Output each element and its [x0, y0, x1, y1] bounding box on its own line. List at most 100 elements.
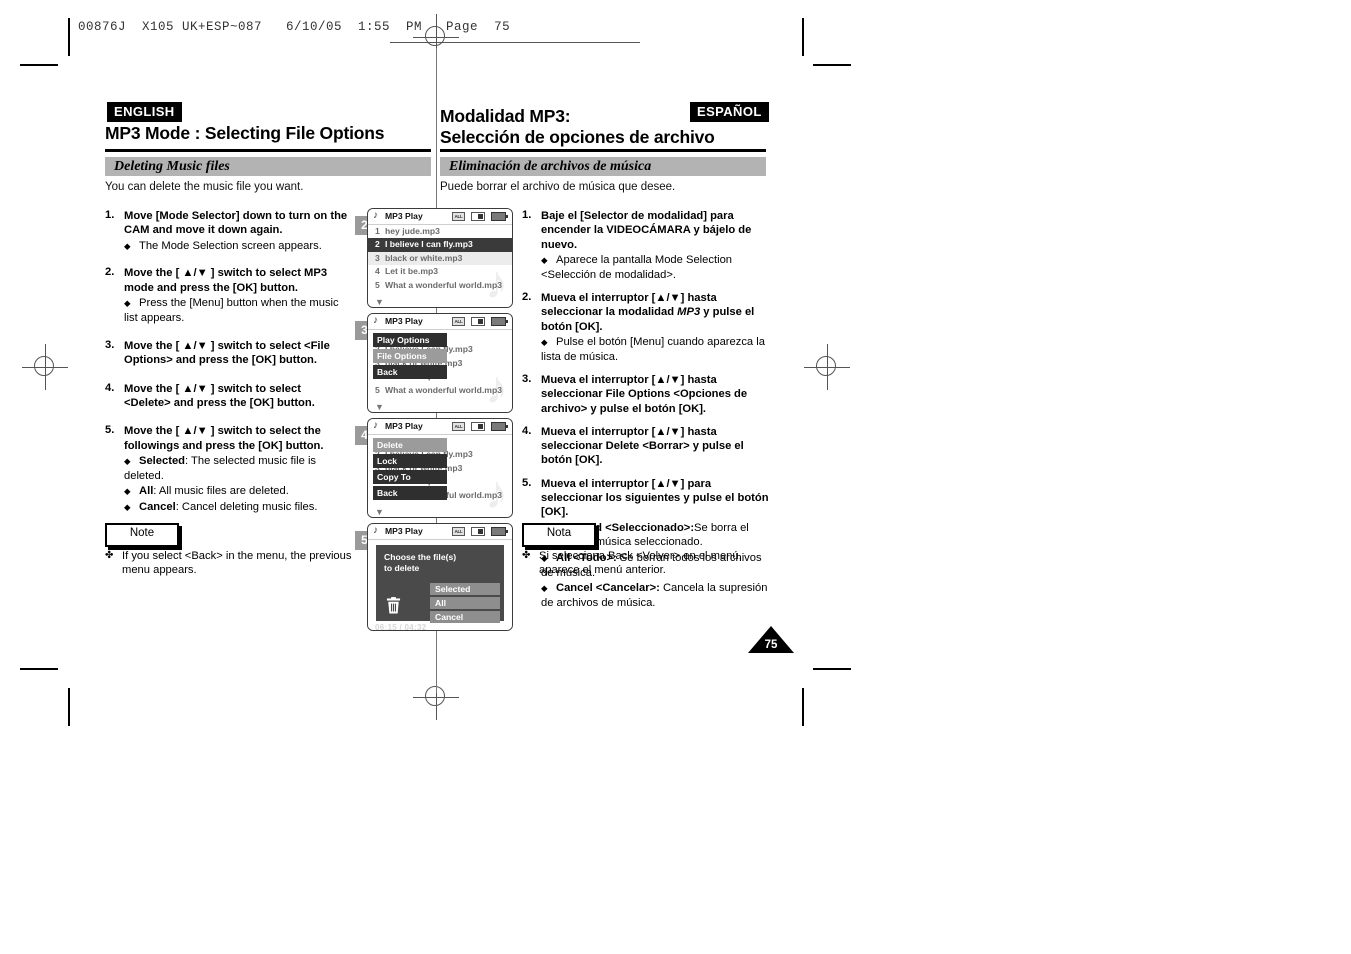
step-item: 3. Mueva el interruptor [▲/▼] hasta sele…: [522, 373, 770, 416]
spanish-title-rule: [440, 149, 766, 152]
step-number: 2.: [522, 290, 532, 303]
step-sub-text: Aparece la pantalla Mode Selection <Sele…: [541, 254, 733, 281]
dialog-option-selected[interactable]: Selected: [430, 583, 500, 595]
step-item: 2. Mueva el interruptor [▲/▼] hasta sele…: [522, 291, 770, 364]
english-page-title: MP3 Mode : Selecting File Options: [105, 123, 385, 143]
crop-mark-bl-h: [20, 668, 58, 670]
step-number: 3.: [522, 372, 532, 385]
memory-card-icon: [471, 212, 485, 221]
menu-item-back[interactable]: Back: [373, 365, 447, 379]
english-note-body: If you select <Back> in the menu, the pr…: [122, 550, 352, 577]
track-name: black or white.mp3: [385, 252, 463, 263]
menu-item-file-options[interactable]: File Options: [373, 349, 447, 363]
manual-page: 00876J X105 UK+ESP~087 6/10/05 1:55 PM P…: [0, 0, 1351, 954]
lcd-status-bar: ♪ MP3 Play ALL: [368, 314, 512, 330]
step-text: Move the [ ▲/▼ ] switch to select the fo…: [124, 425, 324, 452]
step-text: Move [Mode Selector] down to turn on the…: [124, 210, 348, 237]
music-note-icon: ♪: [373, 210, 378, 221]
english-note-box: Note: [105, 523, 179, 547]
menu-item-copy-to[interactable]: Copy To: [373, 470, 447, 484]
diamond-icon: ◆: [541, 255, 548, 266]
track-row-selected[interactable]: 2 I believe I can fly.mp3: [368, 238, 512, 252]
diamond-icon: ◆: [124, 456, 131, 467]
spanish-title-line2: Selección de opciones de archivo: [440, 127, 715, 147]
step-sub-bold: All: [139, 485, 154, 498]
step-text: Mueva el interruptor [▲/▼] hasta selecci…: [541, 291, 770, 334]
dialog-option-all[interactable]: All: [430, 597, 500, 609]
step-text: Baje el [Selector de modalidad] para enc…: [541, 210, 752, 251]
step-number: 4.: [105, 381, 115, 394]
step-sub-text: Press the [Menu] button when the music l…: [124, 297, 339, 324]
lcd-track-list: ♪ 1 hey jude.mp3 2I believe I can fly.mp3…: [368, 225, 512, 307]
step-sub-rest: : Cancel deleting music files.: [175, 501, 318, 514]
step-item: 1. Move [Mode Selector] down to turn on …: [105, 209, 350, 253]
delete-confirm-dialog: Choose the file(s) to delete Selected Al…: [376, 545, 504, 623]
lcd-title: MP3 Play: [385, 421, 423, 431]
track-row[interactable]: 4 Let it be.mp3: [368, 265, 512, 278]
spanish-title-line1: Modalidad MP3:: [440, 106, 571, 126]
step-item: 3. Move the [ ▲/▼ ] switch to select <Fi…: [105, 339, 350, 368]
track-row[interactable]: 1 hey jude.mp3: [368, 225, 512, 238]
step-text-italic: MP3: [677, 306, 701, 319]
lcd-screen-2: ♪ MP3 Play ALL ♪ 1 hey jude.mp3 2 I believ…: [367, 208, 513, 308]
repeat-all-icon: ALL: [452, 317, 465, 326]
menu-item-lock[interactable]: Lock: [373, 454, 447, 468]
scroll-down-icon[interactable]: ▼: [375, 508, 384, 517]
dialog-option-cancel[interactable]: Cancel: [430, 611, 500, 623]
track-row[interactable]: 3 black or white.mp3: [368, 251, 512, 266]
menu-item-delete[interactable]: Delete: [373, 438, 447, 452]
step-number: 5.: [105, 424, 115, 437]
step-sub-text: The Mode Selection screen appears.: [139, 240, 322, 253]
print-slug-line: 00876J X105 UK+ESP~087 6/10/05 1:55 PM P…: [78, 20, 511, 34]
trash-can-icon: [386, 597, 401, 614]
diamond-icon: ◆: [541, 583, 548, 594]
step-text: Mueva el interruptor [▲/▼] hasta selecci…: [541, 425, 744, 467]
step-text: Mueva el interruptor [▲/▼] hasta selecci…: [541, 373, 748, 415]
step-sub-item: ◆ Cancel: Cancel deleting music files.: [124, 500, 350, 514]
track-name: Let it be.mp3: [385, 266, 439, 277]
track-index: 5: [375, 384, 380, 395]
registration-mark-right: [804, 344, 850, 390]
step-sub-rest: : All music files are deleted.: [153, 485, 289, 498]
track-index: 1: [375, 226, 380, 236]
lcd-menu-body: ♪ 1hey jude.mp3 2I believe I can fly.mp3…: [368, 330, 512, 412]
slug-underline: [390, 42, 640, 43]
track-row[interactable]: 5 What a wonderful world.mp3: [368, 279, 512, 292]
english-intro-text: You can delete the music file you want.: [105, 181, 304, 193]
music-note-icon: ♪: [373, 420, 378, 431]
spanish-intro-text: Puede borrar el archivo de música que de…: [440, 181, 676, 193]
step-sub-bold: Cancel: [139, 501, 176, 514]
step-sub-item: ◆ Pulse el botón [Menu] cuando aparezca …: [541, 335, 770, 364]
step-sub-text: All: All music files are deleted.: [139, 485, 289, 497]
step-number: 5.: [522, 476, 532, 489]
english-language-tag: ENGLISH: [107, 102, 182, 122]
repeat-all-icon: ALL: [452, 212, 465, 221]
english-note-label: Note: [129, 527, 155, 539]
step-sub-item: ◆ The Mode Selection screen appears.: [124, 239, 350, 253]
lcd-title: MP3 Play: [385, 316, 423, 326]
step-sub-text: Pulse el botón [Menu] cuando aparezca la…: [541, 336, 765, 363]
step-sub-item: ◆ Selected: The selected music file is d…: [124, 454, 350, 483]
diamond-icon: ◆: [124, 502, 131, 513]
step-text: Move the [ ▲/▼ ] switch to select <Delet…: [124, 382, 315, 409]
step-item: 5. Move the [ ▲/▼ ] switch to select the…: [105, 424, 350, 514]
scroll-down-icon[interactable]: ▼: [375, 298, 384, 307]
menu-item-play-options[interactable]: Play Options: [373, 333, 447, 347]
diamond-icon: ◆: [124, 486, 131, 497]
menu-item-back[interactable]: Back: [373, 486, 447, 500]
track-name: I believe I can fly.mp3: [385, 239, 473, 250]
step-text: Move the [ ▲/▼ ] switch to select <File …: [124, 340, 330, 367]
step-sub-item: ◆ Cancel <Cancelar>: Cancela la supresió…: [541, 581, 770, 610]
english-steps-list: 1. Move [Mode Selector] down to turn on …: [105, 209, 350, 524]
scroll-down-icon[interactable]: ▼: [375, 403, 384, 412]
track-name: hey jude.mp3: [385, 226, 440, 236]
crop-mark-tl-h: [20, 64, 58, 66]
track-index: 4: [375, 266, 380, 277]
lcd-screen-4: ♪ MP3 Play ALL ♪ 1hey jude.mp3 2I believ…: [367, 418, 513, 518]
crop-mark-tl-v: [68, 18, 70, 56]
lcd-screen-5: ♪ MP3 Play ALL ♪ 06:15 / 04:32 Choose th…: [367, 523, 513, 631]
diamond-icon: ◆: [541, 337, 548, 348]
memory-card-icon: [471, 422, 485, 431]
track-name: What a wonderful world.mp3: [385, 279, 502, 290]
step-number: 2.: [105, 266, 115, 279]
